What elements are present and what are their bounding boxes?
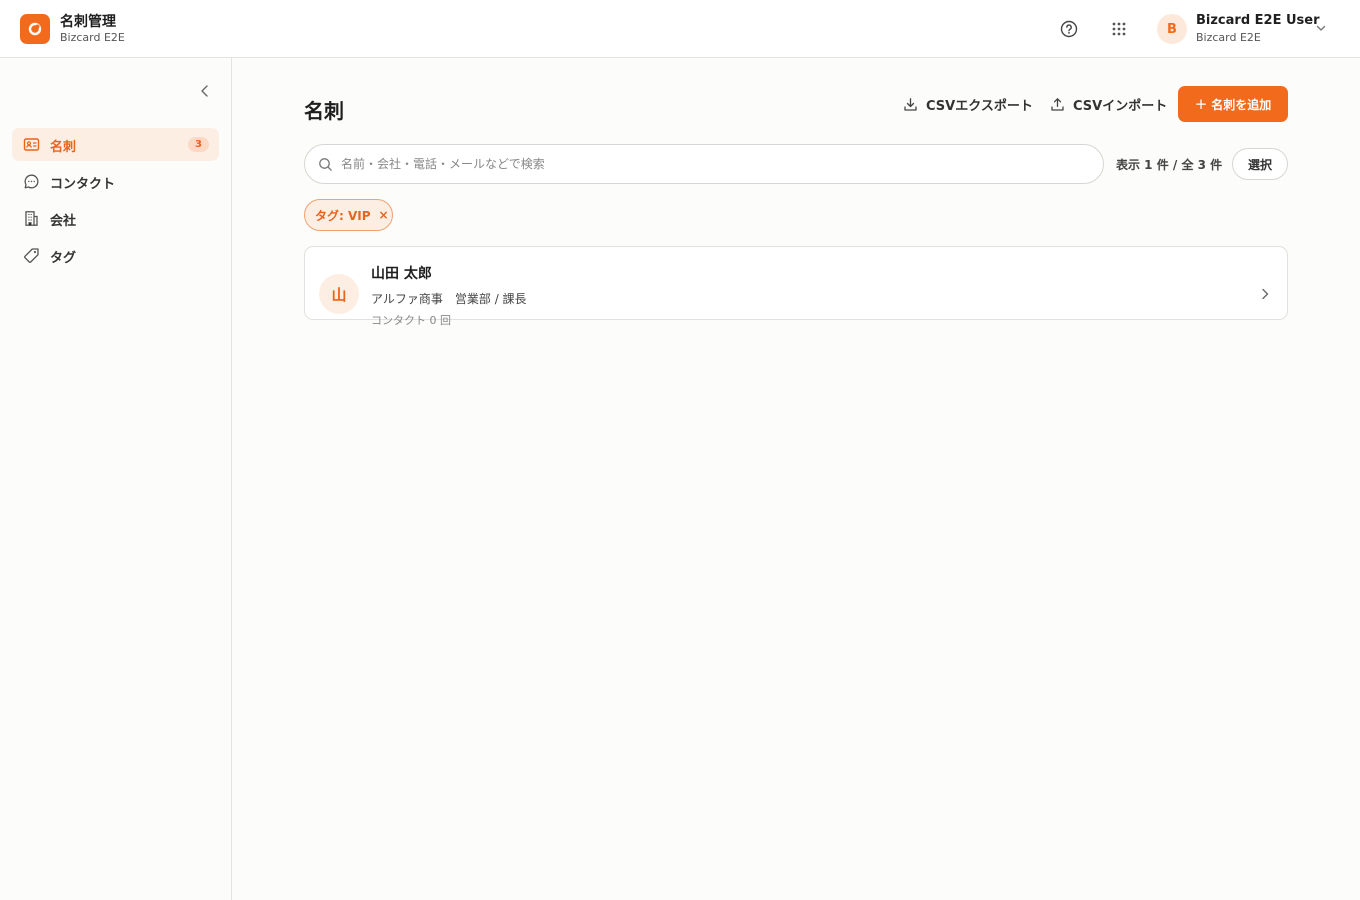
page-title: 名刺 — [304, 99, 344, 123]
card-name: 山田 太郎 — [371, 266, 432, 282]
csv-export-label: CSVエクスポート — [926, 98, 1033, 114]
remove-filter-icon[interactable]: × — [379, 208, 389, 222]
upload-icon — [1051, 97, 1064, 111]
sidebar-item-contacts[interactable]: コンタクト — [12, 165, 219, 198]
result-count: 表示 1 件 / 全 3 件 — [1116, 158, 1223, 172]
grid-icon — [1112, 22, 1126, 36]
download-icon — [904, 97, 917, 111]
tag-filter-chip: タグ: VIP × — [304, 199, 393, 231]
sidebar: 名刺 3 コンタクト 会社 タグ — [0, 58, 232, 900]
sidebar-item-label: コンタクト — [50, 177, 116, 192]
csv-import-label: CSVインポート — [1073, 98, 1168, 114]
tag-icon — [24, 248, 39, 263]
app-logo[interactable] — [20, 14, 50, 44]
collapse-sidebar-icon[interactable] — [196, 82, 214, 100]
list-item[interactable]: 山 山田 太郎 アルファ商事 営業部 / 課長 コンタクト 0 回 — [304, 246, 1288, 327]
help-icon — [1060, 20, 1078, 38]
chevron-down-icon[interactable] — [1313, 20, 1329, 36]
search-box[interactable] — [304, 144, 1104, 184]
card-contact-count: コンタクト 0 回 — [371, 314, 451, 327]
id-card-icon — [23, 138, 40, 151]
csv-export-button[interactable]: CSVエクスポート — [903, 94, 1033, 114]
add-card-button[interactable]: + 名刺を追加 — [1178, 86, 1288, 122]
building-icon — [25, 211, 38, 226]
user-avatar[interactable]: B — [1157, 14, 1187, 44]
plus-icon: + — [1194, 95, 1208, 113]
card-company-title: アルファ商事 営業部 / 課長 — [371, 292, 527, 306]
sidebar-item-label: 会社 — [50, 214, 77, 229]
avatar: 山 — [319, 274, 359, 314]
help-button[interactable] — [1057, 17, 1081, 41]
count-badge: 3 — [188, 137, 209, 152]
app-subtitle: Bizcard E2E — [60, 31, 125, 44]
search-icon — [319, 158, 332, 171]
select-button[interactable]: 選択 — [1232, 148, 1288, 180]
top-header: 名刺管理 Bizcard E2E B Bizcard E2E User Bizc… — [0, 0, 1360, 58]
tag-filter-label: タグ: VIP — [315, 208, 371, 223]
sidebar-item-cards[interactable]: 名刺 3 — [12, 128, 219, 161]
chevron-right-icon — [1262, 288, 1269, 300]
sidebar-item-label: タグ — [50, 251, 77, 266]
apps-button[interactable] — [1107, 17, 1131, 41]
user-name[interactable]: Bizcard E2E User — [1196, 13, 1320, 28]
logo-icon — [28, 22, 42, 36]
sidebar-item-label: 名刺 — [50, 140, 77, 155]
add-card-label: 名刺を追加 — [1211, 97, 1272, 112]
user-org: Bizcard E2E — [1196, 31, 1261, 44]
app-title: 名刺管理 — [60, 14, 116, 30]
sidebar-item-companies[interactable]: 会社 — [12, 202, 219, 235]
search-input[interactable] — [341, 154, 1081, 174]
csv-import-button[interactable]: CSVインポート — [1050, 94, 1167, 114]
sidebar-item-tags[interactable]: タグ — [12, 239, 219, 272]
chat-bubble-icon — [24, 174, 39, 189]
